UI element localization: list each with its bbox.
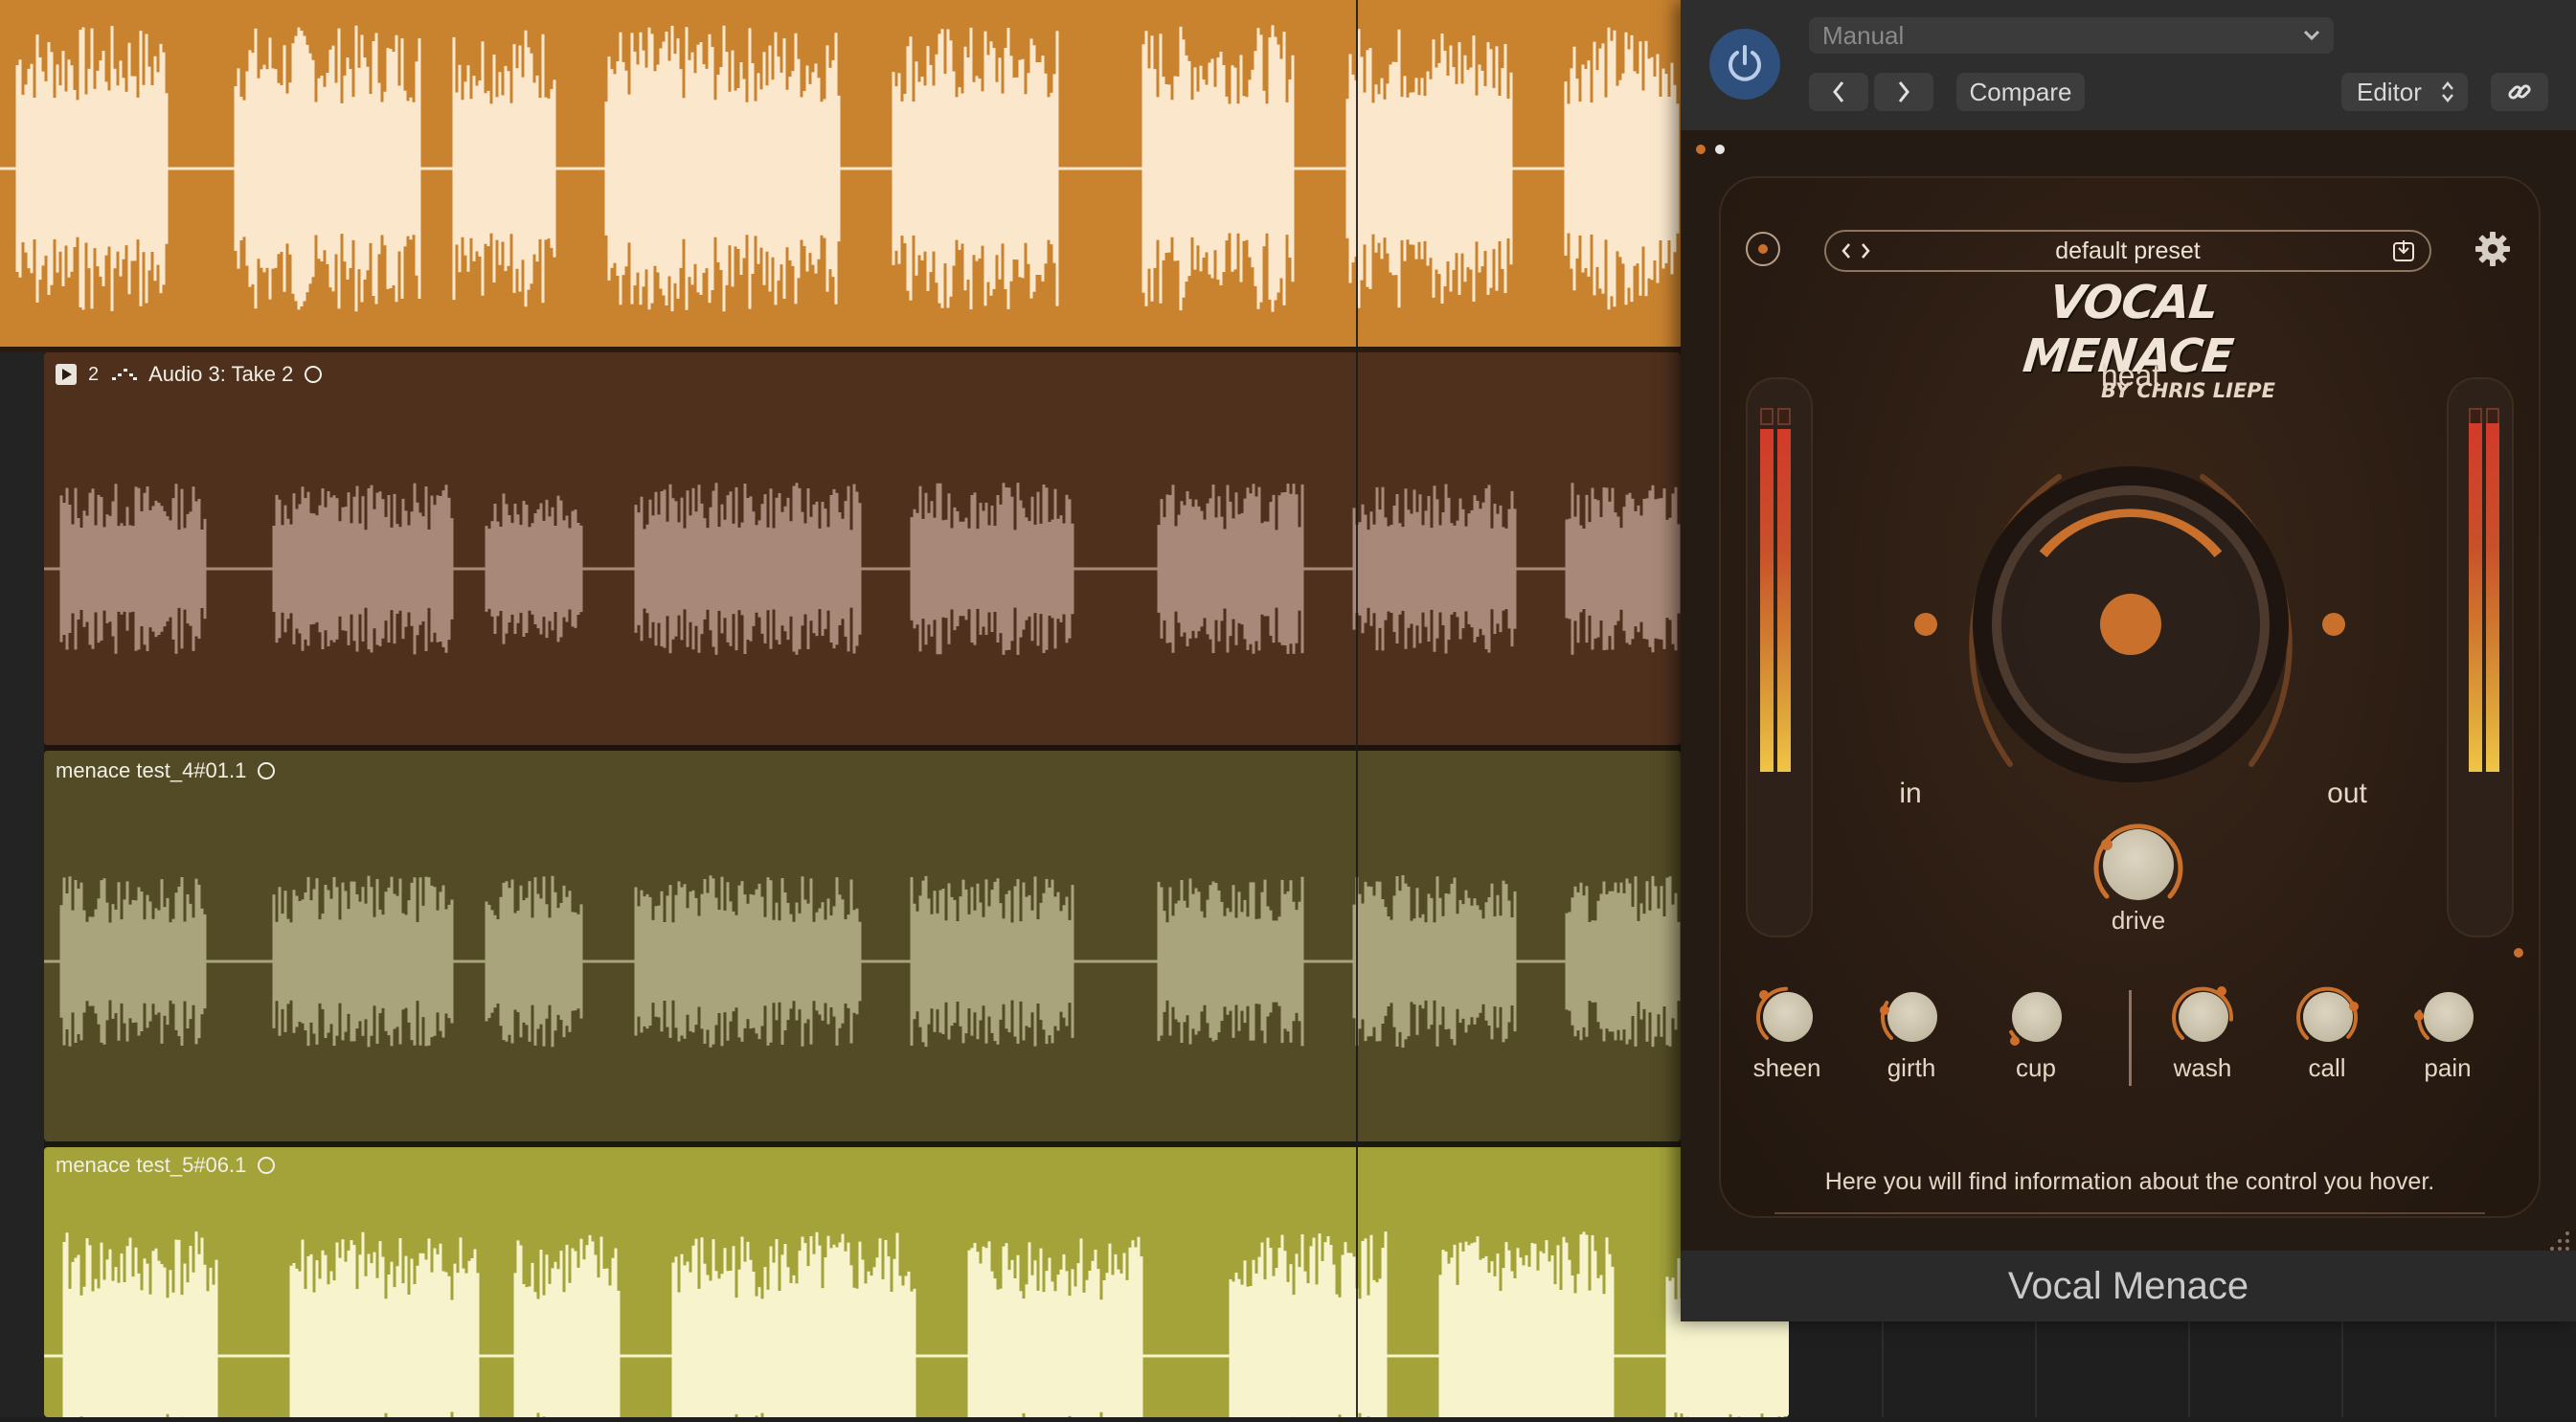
out-handle[interactable] xyxy=(2322,613,2345,636)
preset-name: default preset xyxy=(2055,237,2201,264)
take-count: 2 xyxy=(88,363,100,385)
drive-knob[interactable] xyxy=(2086,812,2191,917)
save-preset-icon[interactable] xyxy=(2391,238,2416,263)
previous-setting-button[interactable] xyxy=(1809,73,1868,111)
drive-label: drive xyxy=(2111,906,2166,935)
region-header: menace test_4#01.1 xyxy=(56,758,276,783)
view-select[interactable]: Editor xyxy=(2341,73,2468,111)
region-name: Audio 3: Take 2 xyxy=(148,362,294,386)
gear-icon[interactable] xyxy=(2474,230,2512,268)
output-meter-right xyxy=(2486,423,2499,772)
plugin-footer-title: Vocal Menace xyxy=(1681,1251,2576,1321)
input-meter-right xyxy=(1777,429,1791,772)
updown-chevron-icon xyxy=(2442,81,2453,102)
plugin-header: Manual Compare Editor xyxy=(1681,0,2576,130)
heat-label: heat xyxy=(2100,358,2161,393)
loop-icon xyxy=(258,1157,276,1174)
loop-icon xyxy=(258,762,276,779)
empty-track-area xyxy=(1789,1321,2576,1417)
pain-knob[interactable] xyxy=(2414,982,2481,1050)
region-header: 2 Audio 3: Take 2 xyxy=(56,362,323,387)
track-2-region[interactable]: 2 Audio 3: Take 2 xyxy=(44,352,1681,745)
track-1-region[interactable] xyxy=(0,0,1681,347)
track-header-gutter xyxy=(0,352,44,1417)
waveform xyxy=(0,25,1680,312)
sheen-knob[interactable] xyxy=(1753,982,1820,1050)
girth-knob[interactable] xyxy=(1878,982,1945,1050)
chevron-right-icon xyxy=(1898,81,1909,102)
girth-label: girth xyxy=(1887,1053,1936,1082)
page-indicator xyxy=(1696,142,1726,159)
input-meter-clip xyxy=(1760,408,1774,425)
resize-grip-icon[interactable] xyxy=(2550,1230,2571,1251)
compare-button[interactable]: Compare xyxy=(1956,73,2085,111)
link-icon xyxy=(2508,84,2531,100)
waveform xyxy=(44,483,1681,655)
scroll-dot xyxy=(2514,948,2523,958)
waveform xyxy=(44,1231,1789,1417)
track-3-region[interactable]: menace test_4#01.1 xyxy=(44,751,1681,1141)
knob-divider xyxy=(2129,990,2132,1086)
input-meter-left xyxy=(1760,429,1774,772)
play-icon[interactable] xyxy=(56,364,77,385)
next-setting-button[interactable] xyxy=(1874,73,1933,111)
take-folder-icon[interactable] xyxy=(110,362,138,387)
call-knob[interactable] xyxy=(2294,982,2361,1050)
wash-label: wash xyxy=(2173,1053,2232,1082)
waveform xyxy=(44,875,1681,1048)
vocal-menace-card: default preset VOCAL MENACE BY CHRIS LIE… xyxy=(1719,176,2541,1218)
plugin-panel: default preset VOCAL MENACE BY CHRIS LIE… xyxy=(1681,130,2576,1251)
setting-dropdown-value: Manual xyxy=(1822,21,1905,50)
plugin-window: Manual Compare Editor default preset VOC… xyxy=(1681,0,2576,1321)
info-text: Here you will find information about the… xyxy=(1824,1168,2435,1195)
chevron-down-icon xyxy=(2303,30,2320,41)
heat-control[interactable] xyxy=(1891,391,2370,869)
in-handle[interactable] xyxy=(1914,613,1937,636)
heat-knob-indicator xyxy=(2100,594,2161,655)
in-label: in xyxy=(1899,778,1922,809)
setting-dropdown[interactable]: Manual xyxy=(1809,17,2334,54)
region-name: menace test_4#01.1 xyxy=(56,758,247,782)
wash-knob[interactable] xyxy=(2169,982,2236,1050)
out-label: out xyxy=(2327,778,2367,809)
power-button[interactable] xyxy=(1709,29,1780,100)
loop-icon xyxy=(305,366,323,383)
chevron-left-icon xyxy=(1833,81,1844,102)
power-icon xyxy=(1729,45,1761,81)
bypass-icon[interactable] xyxy=(1746,232,1780,266)
sheen-label: sheen xyxy=(1752,1053,1821,1082)
playhead[interactable] xyxy=(1356,0,1358,1417)
input-meter-clip xyxy=(1777,408,1791,425)
cup-label: cup xyxy=(2016,1053,2056,1082)
region-name: menace test_5#06.1 xyxy=(56,1153,247,1177)
track-4-region[interactable]: menace test_5#06.1 xyxy=(44,1147,1789,1417)
preset-selector[interactable]: default preset xyxy=(1824,230,2431,272)
view-select-value: Editor xyxy=(2357,78,2422,106)
call-label: call xyxy=(2308,1053,2346,1082)
pain-label: pain xyxy=(2424,1053,2472,1082)
cup-knob[interactable] xyxy=(2002,982,2069,1050)
link-button[interactable] xyxy=(2491,73,2548,111)
preset-arrows-icon[interactable] xyxy=(1840,241,1878,260)
output-meter-left xyxy=(2469,423,2482,772)
info-underline xyxy=(1774,1212,2485,1214)
region-header: menace test_5#06.1 xyxy=(56,1153,276,1178)
